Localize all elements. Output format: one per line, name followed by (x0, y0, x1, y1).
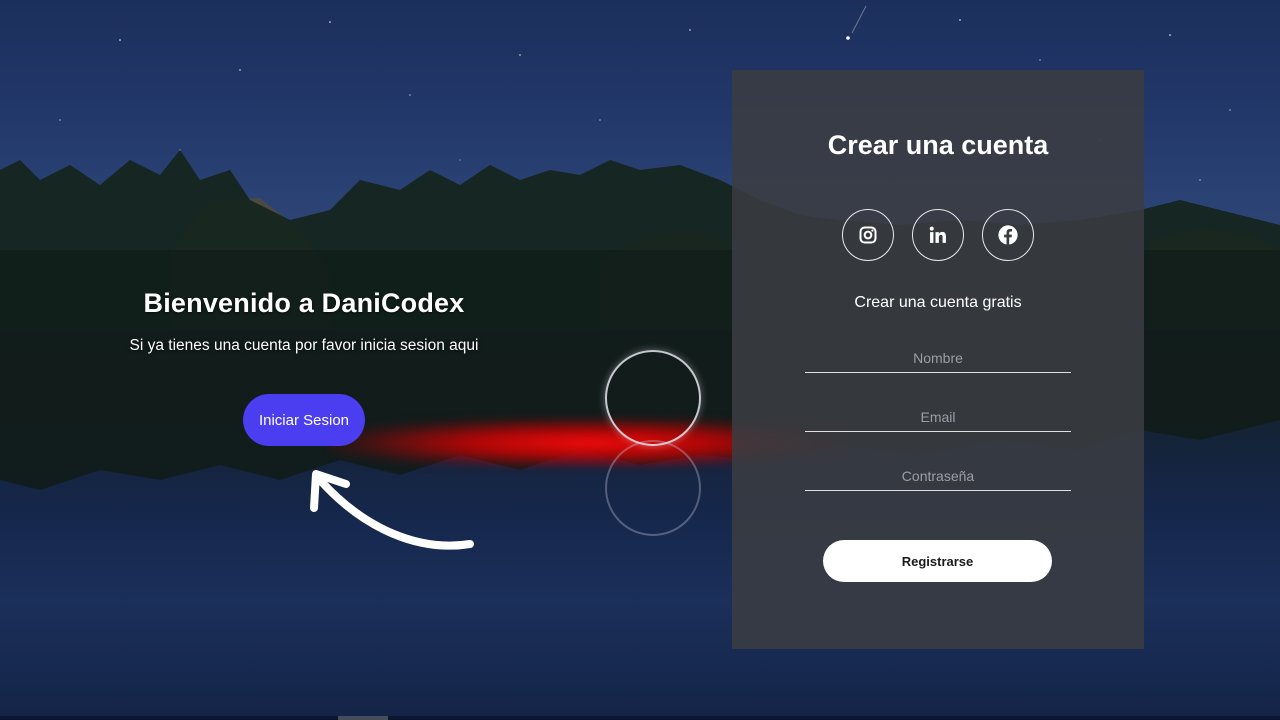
email-field[interactable] (805, 402, 1071, 432)
facebook-button[interactable] (982, 209, 1034, 261)
login-button[interactable]: Iniciar Sesion (243, 394, 365, 446)
password-field[interactable] (805, 461, 1071, 491)
welcome-section: Bienvenido a DaniCodex Si ya tienes una … (84, 288, 524, 355)
instagram-icon (859, 226, 877, 244)
register-panel: Crear una cuenta Crear una cuenta gratis (732, 70, 1144, 649)
linkedin-icon (929, 226, 946, 243)
name-field[interactable] (805, 343, 1071, 373)
register-subtitle: Crear una cuenta gratis (854, 294, 1022, 311)
instagram-button[interactable] (842, 209, 894, 261)
social-links (842, 209, 1034, 261)
welcome-title: Bienvenido a DaniCodex (143, 288, 465, 318)
light-orb-reflection (605, 440, 701, 536)
bottom-bar (0, 716, 1280, 720)
facebook-icon (998, 225, 1018, 245)
curved-arrow-icon (310, 470, 474, 550)
register-button[interactable]: Registrarse (823, 540, 1052, 582)
light-orb (605, 350, 701, 446)
bottom-scroll-indicator (338, 716, 388, 720)
welcome-text: Si ya tienes una cuenta por favor inicia… (129, 337, 479, 354)
register-title: Crear una cuenta (827, 130, 1049, 160)
linkedin-button[interactable] (912, 209, 964, 261)
